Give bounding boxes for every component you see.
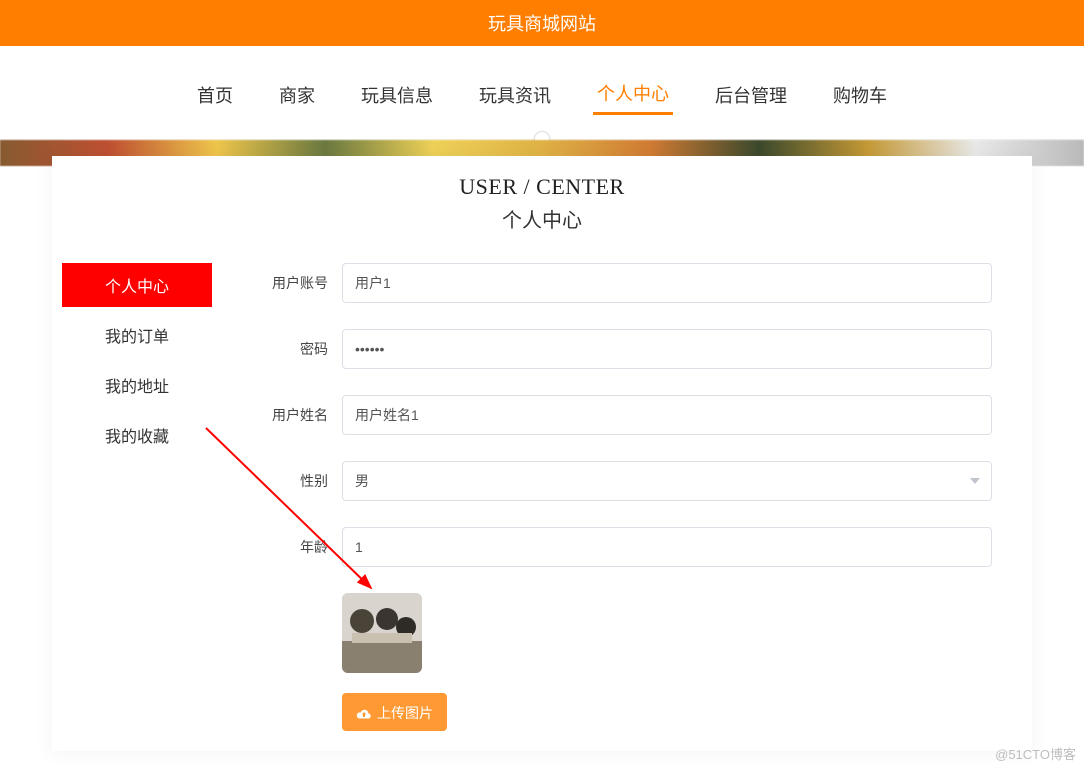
avatar-image-icon <box>342 593 422 673</box>
age-label: 年龄 <box>252 537 342 557</box>
sidebar: 个人中心 我的订单 我的地址 我的收藏 <box>62 263 212 731</box>
name-input[interactable] <box>342 395 992 435</box>
site-header: 玩具商城网站 <box>0 0 1084 46</box>
account-label: 用户账号 <box>252 273 342 293</box>
avatar-row <box>342 593 992 673</box>
sidebar-item-orders[interactable]: 我的订单 <box>62 313 212 357</box>
sidebar-item-address[interactable]: 我的地址 <box>62 363 212 407</box>
cloud-upload-icon <box>356 707 372 719</box>
chevron-down-icon <box>970 478 980 484</box>
watermark: @51CTO博客 <box>995 744 1076 763</box>
nav-home[interactable]: 首页 <box>193 76 237 114</box>
nav-admin[interactable]: 后台管理 <box>711 76 791 114</box>
password-input[interactable] <box>342 329 992 369</box>
page-title-en: USER / CENTER <box>52 174 1032 200</box>
nav-toy-info[interactable]: 玩具信息 <box>357 76 437 114</box>
sidebar-item-favorites[interactable]: 我的收藏 <box>62 413 212 457</box>
main-nav: 首页 商家 玩具信息 玩具资讯 个人中心 后台管理 购物车 <box>0 46 1084 140</box>
site-title: 玩具商城网站 <box>488 14 596 34</box>
nav-toy-news[interactable]: 玩具资讯 <box>475 76 555 114</box>
page-title-cn: 个人中心 <box>52 204 1032 233</box>
account-input[interactable] <box>342 263 992 303</box>
password-label: 密码 <box>252 339 342 359</box>
avatar-thumbnail[interactable] <box>342 593 422 673</box>
nav-merchant[interactable]: 商家 <box>275 76 319 114</box>
form-area: 用户账号 密码 用户姓名 性别 年龄 <box>212 263 1022 731</box>
page-card: USER / CENTER 个人中心 个人中心 我的订单 我的地址 我的收藏 用… <box>52 156 1032 751</box>
name-label: 用户姓名 <box>252 405 342 425</box>
upload-button-label: 上传图片 <box>377 703 433 723</box>
gender-select[interactable] <box>342 461 992 501</box>
gender-label: 性别 <box>252 471 342 491</box>
sidebar-item-user-center[interactable]: 个人中心 <box>62 263 212 307</box>
nav-cart[interactable]: 购物车 <box>829 76 891 114</box>
age-input[interactable] <box>342 527 992 567</box>
upload-image-button[interactable]: 上传图片 <box>342 693 447 731</box>
nav-user-center[interactable]: 个人中心 <box>593 74 673 115</box>
